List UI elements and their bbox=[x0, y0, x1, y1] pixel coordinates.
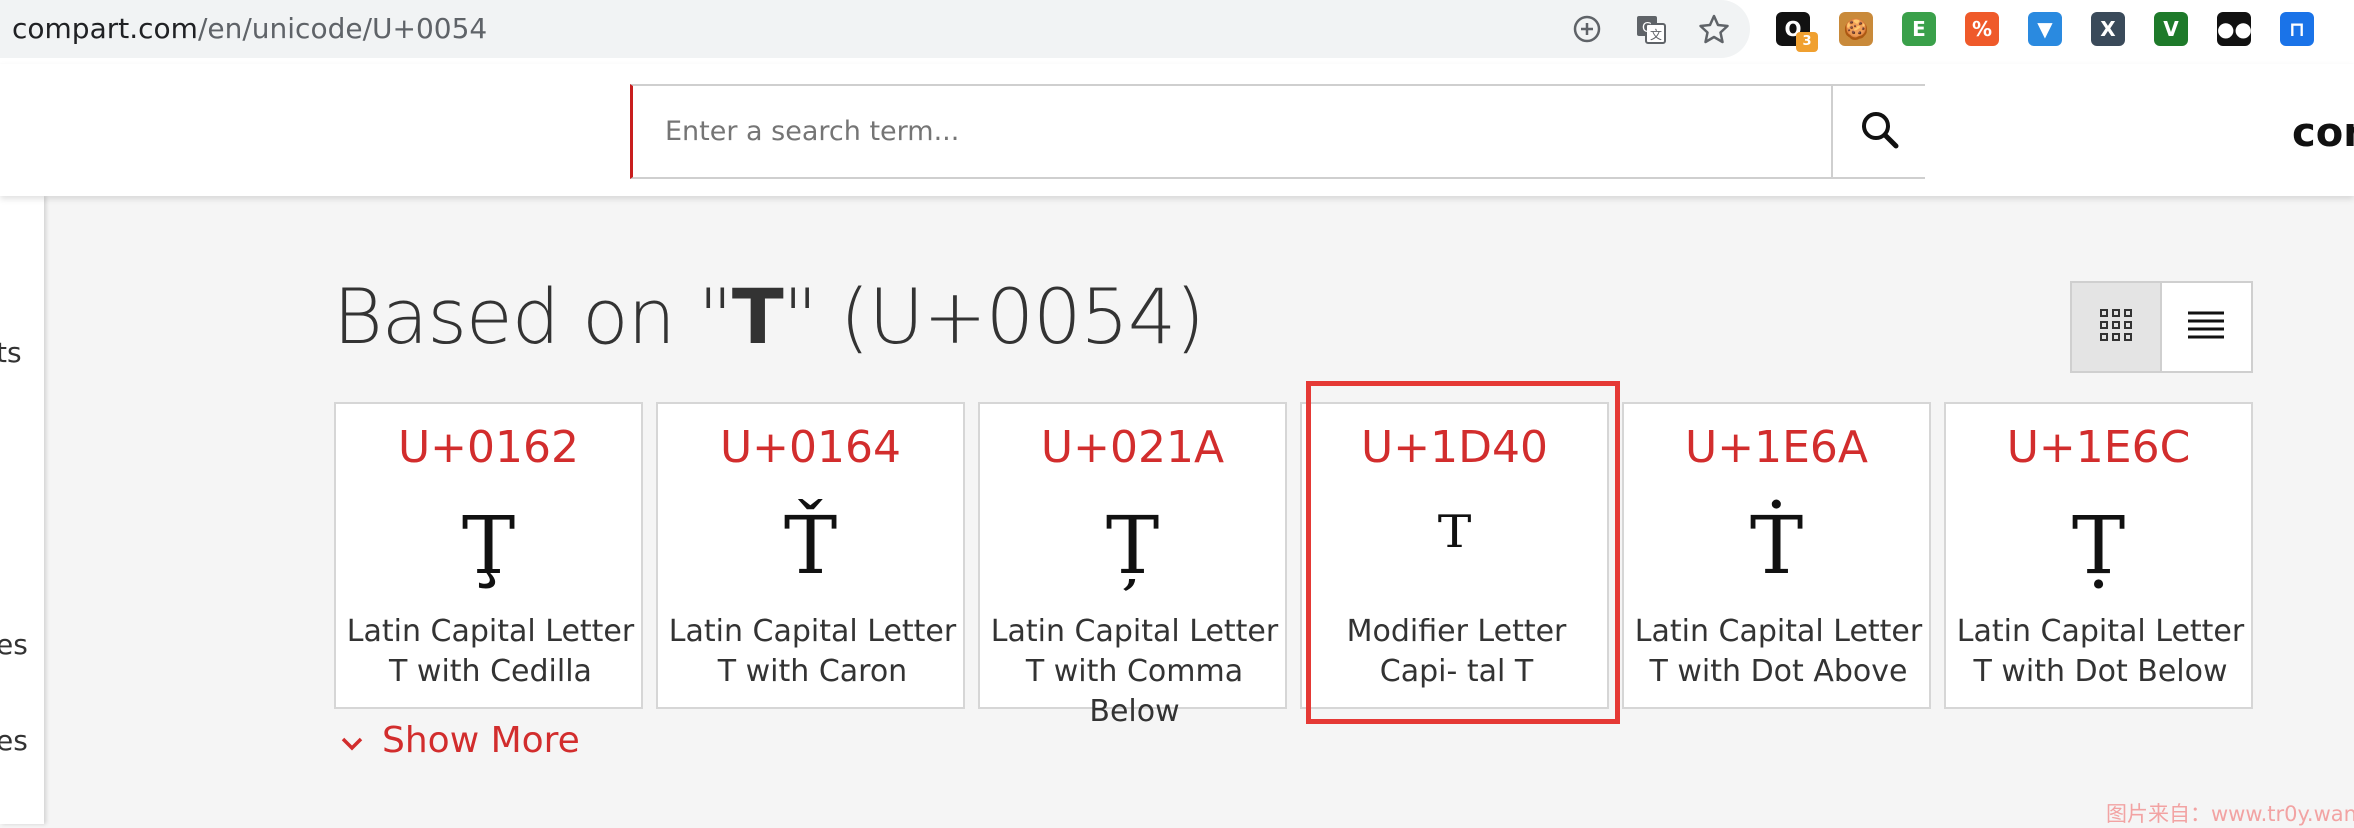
view-toggle bbox=[2070, 281, 2253, 373]
url-domain: compart.com bbox=[12, 12, 198, 45]
title-char: T bbox=[731, 272, 784, 361]
search-input[interactable] bbox=[633, 86, 1829, 177]
drive-ext-icon[interactable]: ▼ bbox=[2028, 12, 2062, 46]
card-name: Latin Capital Letter T with Caron bbox=[668, 614, 957, 689]
card-glyph: Ţ bbox=[461, 499, 516, 592]
card-name: Latin Capital Letter T with Dot Above bbox=[1634, 614, 1923, 689]
cookie-icon[interactable]: 🍪 bbox=[1839, 12, 1873, 46]
translate-icon[interactable]: G文 bbox=[1634, 12, 1668, 46]
character-card[interactable]: U+1E6C Ṭ Latin Capital Letter T with Dot B… bbox=[1944, 402, 2253, 709]
browser-toolbar: compart.com/en/unicode/U+0054 G文 O 3 🍪 E% ▼ X… bbox=[0, 0, 2354, 64]
card-name: Latin Capital Letter T with Dot Below bbox=[1956, 614, 2245, 689]
show-more-link[interactable]: Show More bbox=[340, 720, 580, 761]
card-glyph: Ṫ bbox=[1749, 499, 1804, 592]
card-codepoint[interactable]: U+021A bbox=[980, 422, 1285, 473]
translate-ext-icon[interactable]: % bbox=[1965, 12, 1999, 46]
sidebar-item[interactable]: es bbox=[0, 628, 28, 661]
card-name: Latin Capital Letter T with Comma Below bbox=[990, 614, 1279, 729]
card-glyph: Ť bbox=[783, 499, 838, 592]
frame-ext-icon[interactable]: ⊓ bbox=[2280, 12, 2314, 46]
sidebar: ts es es bbox=[0, 196, 44, 824]
url-path: /en/unicode/U+0054 bbox=[197, 12, 488, 45]
url-text[interactable]: compart.com/en/unicode/U+0054 bbox=[12, 12, 487, 45]
svg-text:文: 文 bbox=[1650, 27, 1662, 42]
list-view-button[interactable] bbox=[2162, 283, 2252, 371]
character-card[interactable]: U+0164 Ť Latin Capital Letter T with Caron bbox=[656, 402, 965, 709]
card-glyph: Ṭ bbox=[2071, 499, 2126, 592]
card-glyph: Ț bbox=[1105, 499, 1160, 592]
extension-badge: 3 bbox=[1796, 32, 1818, 52]
card-codepoint[interactable]: U+1E6A bbox=[1624, 422, 1929, 473]
title-prefix: Based on " bbox=[333, 272, 733, 361]
evernote-icon[interactable]: E bbox=[1902, 12, 1936, 46]
character-card[interactable]: U+0162 Ţ Latin Capital Letter T with Cedil… bbox=[334, 402, 643, 709]
title-suffix: " (U+0054) bbox=[782, 272, 1205, 361]
list-icon bbox=[2186, 310, 2226, 344]
x-ext-icon[interactable]: X bbox=[2091, 12, 2125, 46]
card-codepoint[interactable]: U+1E6C bbox=[1946, 422, 2251, 473]
bookmark-star-icon[interactable] bbox=[1697, 12, 1731, 46]
sidebar-item[interactable]: ts bbox=[0, 336, 22, 369]
card-codepoint[interactable]: U+0164 bbox=[658, 422, 963, 473]
show-more-label: Show More bbox=[382, 720, 580, 761]
search-icon bbox=[1859, 109, 1901, 155]
sidebar-item[interactable]: es bbox=[0, 724, 28, 757]
character-card[interactable]: U+1E6A Ṫ Latin Capital Letter T with Dot A… bbox=[1622, 402, 1931, 709]
page-title: Based on "T" (U+0054) bbox=[333, 272, 1205, 361]
ext-o-icon[interactable]: O3 bbox=[1776, 12, 1818, 52]
site-logo[interactable]: com bbox=[2292, 110, 2354, 156]
zoom-plus-icon[interactable] bbox=[1570, 12, 1604, 46]
card-codepoint[interactable]: U+0162 bbox=[336, 422, 641, 473]
grid-view-button[interactable] bbox=[2072, 283, 2162, 371]
address-bar[interactable]: compart.com/en/unicode/U+0054 G文 bbox=[0, 0, 1750, 58]
highlight-box bbox=[1306, 381, 1620, 724]
chevron-down-icon bbox=[340, 720, 364, 761]
grid-icon bbox=[2099, 308, 2133, 346]
character-card[interactable]: U+021A Ț Latin Capital Letter T with Comma… bbox=[978, 402, 1287, 729]
card-name: Latin Capital Letter T with Cedilla bbox=[346, 614, 635, 689]
search-button[interactable] bbox=[1831, 86, 1926, 177]
v-ext-icon[interactable]: V bbox=[2154, 12, 2188, 46]
glasses-ext-icon[interactable]: ●● bbox=[2217, 12, 2252, 46]
site-header: com bbox=[0, 64, 2354, 196]
search-box bbox=[630, 84, 1926, 179]
